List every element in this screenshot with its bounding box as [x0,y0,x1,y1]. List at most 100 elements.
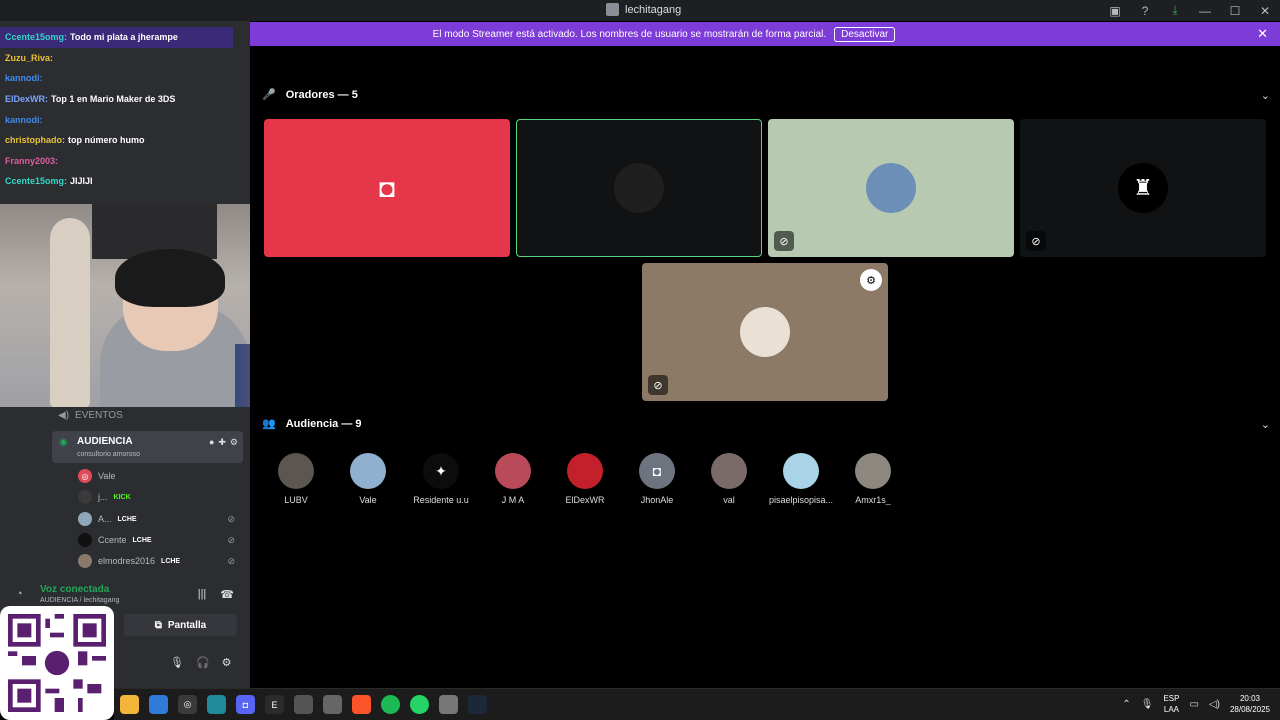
speaker-tile[interactable]: ♜ ⊘ [1020,119,1266,257]
speaker-tile-speaking[interactable] [516,119,762,257]
stage-icon: ◉ [59,437,68,448]
steam-icon[interactable] [468,695,487,714]
invite-icon[interactable]: ✚ [218,437,226,448]
spotify-icon[interactable] [381,695,400,714]
audience-member[interactable]: pisaelpisopisa... [765,453,837,505]
app-icon[interactable] [439,695,458,714]
discord-icon[interactable]: ◘ [236,695,255,714]
users-icon: 👥 [262,418,276,430]
chat-user: Ccente15omg: [5,32,68,43]
avatar [78,490,92,504]
muted-mic-icon: ⊘ [227,534,235,545]
member-item[interactable]: Ccente LCHE ⊘ [78,531,243,549]
microphone-icon[interactable]: 🎙 [170,656,184,669]
app-icon[interactable] [207,695,226,714]
member-name: Ccente [98,535,127,545]
epic-games-icon[interactable]: E [265,695,284,714]
chat-message: Top 1 en Mario Maker de 3DS [51,94,176,105]
volume-icon[interactable]: ◁) [1209,699,1220,710]
close-window-button[interactable]: ✕ [1250,4,1280,18]
member-item[interactable]: j... KICK [78,488,243,506]
maximize-button[interactable]: ☐ [1220,4,1250,18]
avatar [78,512,92,526]
audience-member[interactable]: LUBV [260,453,332,505]
member-item[interactable]: ◎ Vale [78,467,243,485]
member-item[interactable]: A... LCHE ⊘ [78,510,243,528]
chrome-icon[interactable]: ◎ [178,695,197,714]
inbox-icon[interactable]: ▣ [1100,4,1130,18]
audience-member[interactable]: Amxr1s_ [837,453,909,505]
user-settings-icon[interactable]: ⚙ [222,656,232,669]
headphones-icon[interactable]: 🎧 [196,656,210,669]
disconnect-icon[interactable]: ☎ [220,588,234,601]
clock[interactable]: 20:03 28/08/2025 [1230,693,1270,715]
chat-line: Ccente15omg: Todo mi plata a jherampe [0,27,233,48]
events-item[interactable]: ◀) EVENTOS [58,410,123,421]
chat-line: kannodi: [0,109,250,130]
member-tag: KICK [113,493,131,501]
file-explorer-icon[interactable] [120,695,139,714]
member-item[interactable]: elmodres2016 LCHE ⊘ [78,552,243,570]
screen-share-button[interactable]: ⧉ Pantalla [124,614,237,636]
speaker-tile[interactable]: ⊘ ⚙ [642,263,888,401]
app-icon[interactable] [294,695,313,714]
member-tag: LCHE [161,557,181,565]
chevron-up-icon[interactable]: ⌃ [1122,699,1130,710]
chat-bubble-icon[interactable]: ● [209,437,214,448]
avatar [495,453,531,489]
member-name: Vale [98,471,116,481]
voice-channel[interactable]: AUDIENCIA / lechitagang [40,597,119,604]
screen-share-label: Pantalla [167,619,207,631]
audience-name: ElDexWR [565,495,605,505]
member-name: j... [98,492,108,502]
audience-name: LUBV [284,495,308,505]
language-indicator[interactable]: ESP LAA [1163,693,1179,715]
microphone-icon[interactable]: 🎙 [1141,699,1154,710]
stage-area: 🎤 Oradores — 5 ⌄ ◘ ⊘ ♜ ⊘ ⊘ ⚙ 👥 Audiencia… [250,46,1280,688]
brave-icon[interactable] [352,695,371,714]
qr-code-graphic [8,614,106,712]
settings-icon[interactable]: ⚙ [230,437,238,448]
disable-streamer-button[interactable]: Desactivar [834,26,896,42]
minimize-button[interactable]: — [1190,4,1220,18]
store-icon[interactable] [149,695,168,714]
audience-name: Vale [359,495,377,505]
streamer-hair [115,249,225,307]
voice-status[interactable]: Voz conectada [40,584,109,595]
chevron-down-icon[interactable]: ⌄ [1261,418,1270,431]
chat-line: ElDexWR: Top 1 en Mario Maker de 3DS [0,89,250,110]
member-name: A... [98,514,112,524]
channel-item-audiencia[interactable]: ◉ AUDIENCIA consultorio amoroso ● ✚ ⚙ [52,431,243,463]
whatsapp-icon[interactable] [410,695,429,714]
chevron-down-icon[interactable]: ⌄ [1261,89,1270,102]
audience-heading-text: Audiencia — 9 [285,417,362,430]
speaker-tile[interactable]: ◘ [264,119,510,257]
avatar [78,554,92,568]
noise-suppression-icon[interactable]: ||| [198,588,207,601]
download-icon[interactable]: ⤓ [1160,3,1190,18]
surfboard [50,218,90,407]
audience-member[interactable]: ElDexWR [549,453,621,505]
chat-line: Ccente15omg: JIJIJI [0,171,250,192]
chat-user: Ccente15omg: [5,176,68,187]
title-bar: lechitagang ▣ ? ⤓ — ☐ ✕ [0,0,1280,21]
language-top: ESP [1163,694,1180,703]
app-icon[interactable] [323,695,342,714]
audience-member[interactable]: ◘ JhonAle [621,453,693,505]
audience-member[interactable]: J M A [477,453,549,505]
signal-icon: ◔ [16,588,23,600]
app-icon [606,3,619,16]
audience-member[interactable]: ✦ Residente u.u [405,453,477,505]
chat-user: kannodi: [5,114,43,125]
help-icon[interactable]: ? [1130,4,1160,18]
moderator-badge-icon: ⚙ [860,269,882,291]
window-title-text: lechitagang [625,3,682,16]
network-icon[interactable]: ▭ [1189,699,1198,710]
close-banner-icon[interactable]: ✕ [1257,26,1268,42]
speaker-tile[interactable]: ⊘ [768,119,1014,257]
audience-member[interactable]: val [693,453,765,505]
audience-member[interactable]: Vale [332,453,404,505]
speakers-heading: 🎤 Oradores — 5 [262,88,358,102]
member-tag: LCHE [132,536,152,544]
chat-user: christophado: [5,135,65,146]
